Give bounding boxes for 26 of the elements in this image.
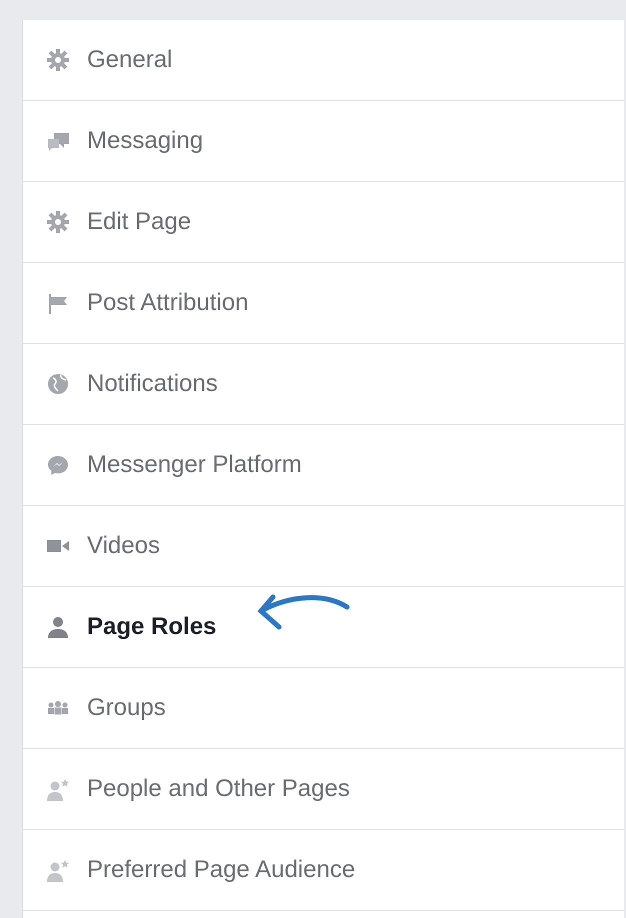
menu-item-label: Edit Page [87,210,192,234]
menu-item[interactable]: Videos [23,506,624,587]
menu-item-label: Preferred Page Audience [87,858,356,882]
gear-icon [45,209,71,235]
globe-icon [45,371,71,397]
menu-item-label: Messenger Platform [87,453,302,477]
menu-item[interactable]: Post Attribution [23,263,624,344]
gear-icon [45,47,71,73]
menu-item[interactable]: General [23,20,624,101]
menu-item[interactable]: Messenger Platform [23,425,624,506]
menu-item-label: Videos [87,534,160,558]
menu-item-label: Messaging [87,129,204,153]
menu-item[interactable]: Groups [23,668,624,749]
menu-item-label: Notifications [87,372,218,396]
menu-item-label: Page Roles [87,615,216,639]
menu-item[interactable]: Preferred Page Audience [23,830,624,911]
menu-item[interactable]: Edit Page [23,182,624,263]
person-icon [45,614,71,640]
menu-item[interactable]: Page Roles [23,587,624,668]
menu-item[interactable]: People and Other Pages [23,749,624,830]
menu-item[interactable]: Messaging [23,101,624,182]
menu-item-label: Post Attribution [87,291,248,315]
menu-item[interactable]: Notifications [23,344,624,425]
menu-item-label: Groups [87,696,166,720]
menu-item-label: General [87,48,172,72]
menu-item-label: People and Other Pages [87,777,350,801]
